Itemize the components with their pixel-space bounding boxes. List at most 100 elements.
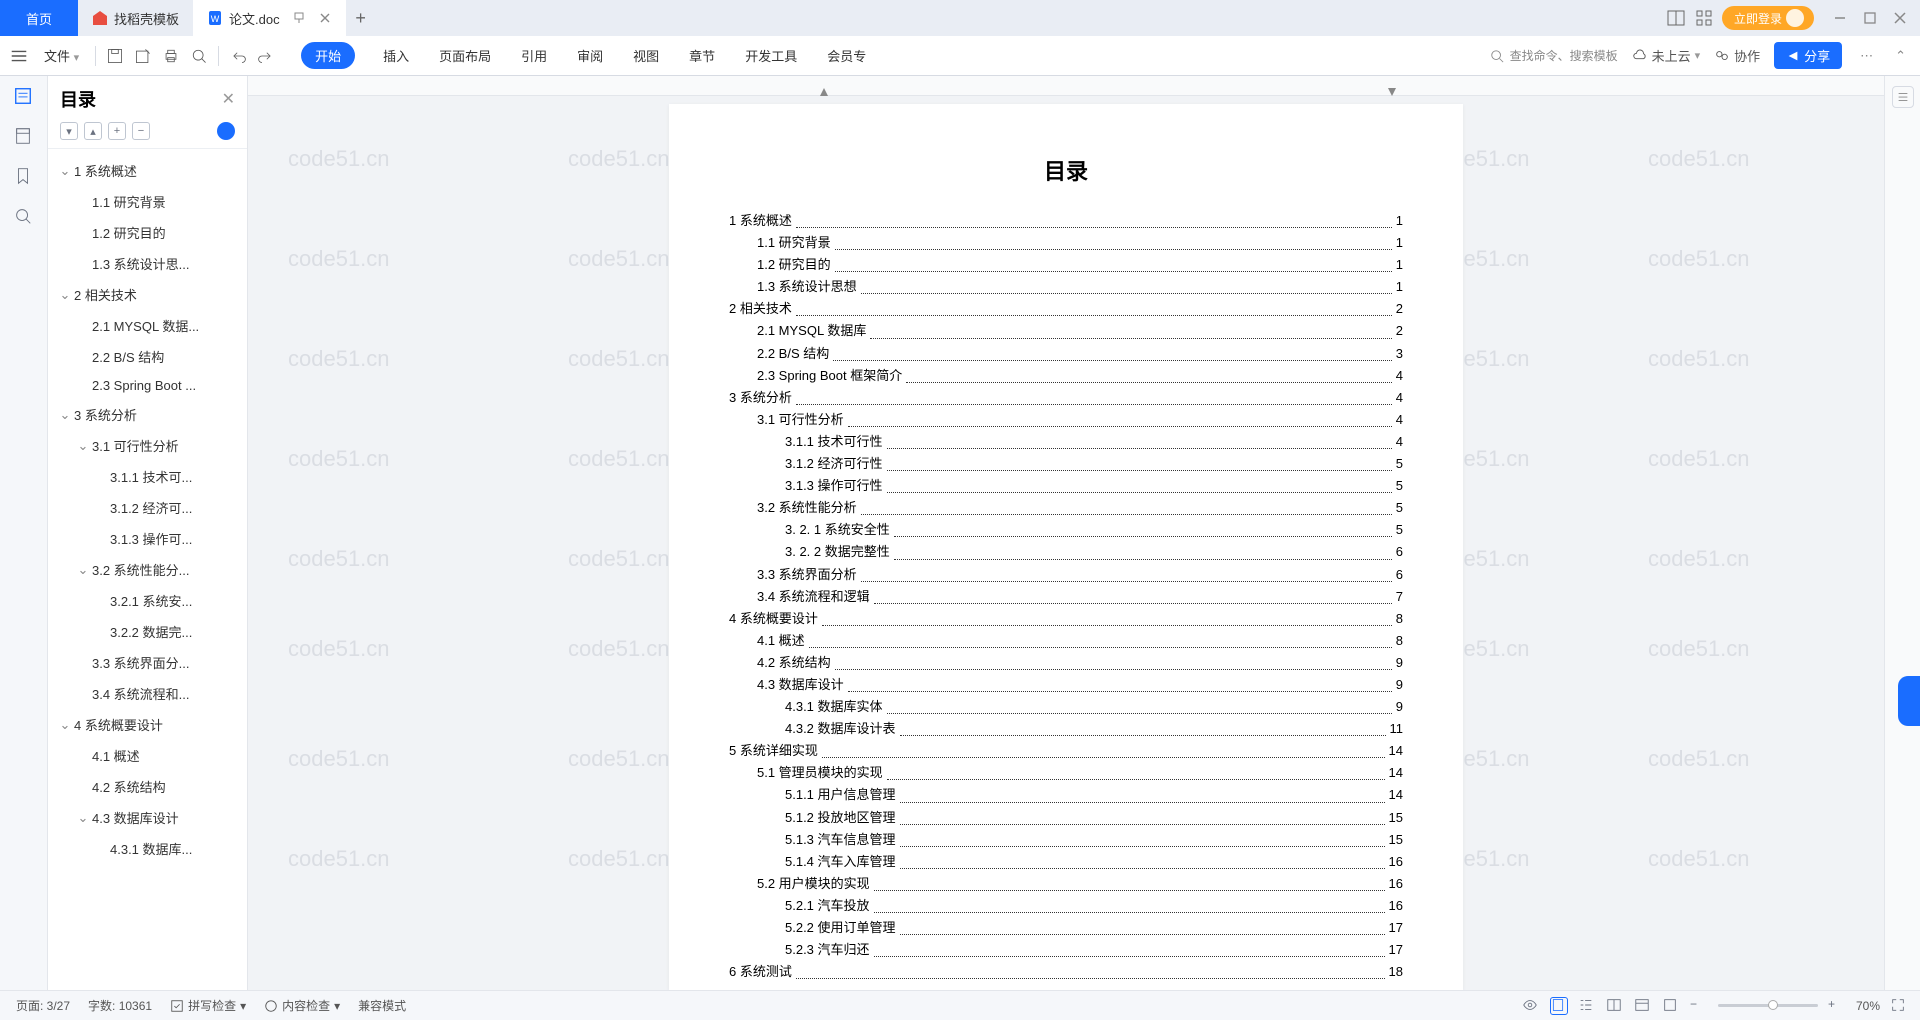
ribbon-tab-1[interactable]: 插入 [381,42,411,69]
feedback-tab[interactable] [1898,676,1920,726]
save-icon[interactable] [104,45,126,67]
print-preview-icon[interactable] [188,45,210,67]
undo-icon[interactable] [227,45,249,67]
tab-home[interactable]: 首页 [0,0,78,36]
zoom-fit-icon[interactable] [1662,997,1680,1015]
ribbon-tab-8[interactable]: 会员专 [825,42,868,69]
outline-item[interactable]: ⌄3.1 可行性分析 [48,430,247,461]
cloud-status[interactable]: 未上云 ▾ [1632,46,1700,65]
fullscreen-icon[interactable] [1890,997,1908,1015]
outline-item[interactable]: 3.2.1 系统安... [48,585,247,616]
window-close-button[interactable] [1888,6,1912,30]
page-view-icon[interactable] [1550,997,1568,1015]
outline-item[interactable]: 2.2 B/S 结构 [48,341,247,372]
ribbon-more-icon[interactable]: ⋯ [1856,48,1877,64]
tab-add-button[interactable]: + [346,8,376,29]
eye-icon[interactable] [1522,997,1540,1015]
right-panel-toggle-icon[interactable] [1892,86,1914,108]
outline-item[interactable]: 4.1 概述 [48,740,247,771]
outline-item[interactable]: 3.1.1 技术可... [48,461,247,492]
outline-item[interactable]: ⌄1 系统概述 [48,155,247,186]
ribbon-tab-5[interactable]: 视图 [631,42,661,69]
apps-icon[interactable] [1694,8,1714,28]
ribbon-tab-4[interactable]: 审阅 [575,42,605,69]
outline-item[interactable]: 3.2.2 数据完... [48,616,247,647]
content-check[interactable]: 内容检查 ▾ [264,997,340,1014]
file-menu[interactable]: 文件 ▾ [36,46,87,65]
login-button[interactable]: 立即登录 [1722,6,1814,30]
outline-item[interactable]: 1.2 研究目的 [48,217,247,248]
outline-rail-icon[interactable] [13,86,35,108]
web-view-icon[interactable] [1634,997,1652,1015]
promote-icon[interactable]: + [108,122,126,140]
demote-icon[interactable]: − [132,122,150,140]
toc-line: 3. 2. 1 系统安全性5 [729,519,1403,541]
ribbon-collapse-icon[interactable]: ⌃ [1891,48,1910,64]
minimize-button[interactable] [1828,6,1852,30]
status-bar: 页面: 3/27 字数: 10361 拼写检查 ▾ 内容检查 ▾ 兼容模式 − … [0,990,1920,1020]
outline-view-icon[interactable] [1578,997,1596,1015]
zoom-level[interactable]: 70% [1856,999,1880,1013]
tab-document[interactable]: W 论文.doc [193,0,346,36]
pin-icon[interactable] [292,11,306,25]
zoom-in-icon[interactable]: + [1828,997,1846,1015]
ribbon-tab-7[interactable]: 开发工具 [743,42,799,69]
outline-item[interactable]: ⌄3.2 系统性能分... [48,554,247,585]
ribbon-tab-0[interactable]: 开始 [301,42,355,69]
close-icon[interactable] [318,11,332,25]
sidebar-close-icon[interactable]: ✕ [222,89,235,109]
outline-item[interactable]: ⌄2 相关技术 [48,279,247,310]
outline-item[interactable]: 3.1.3 操作可... [48,523,247,554]
ribbon-tab-2[interactable]: 页面布局 [437,42,493,69]
outline-item-label: 1.2 研究目的 [92,223,166,242]
print-icon[interactable] [160,45,182,67]
document-canvas[interactable]: code51.cncode51.cncode51.cncode51.cncode… [248,76,1884,990]
toc-text: 1.1 研究背景 [757,232,831,254]
toc-text: 5.1.4 汽车入库管理 [785,851,896,873]
outline-item[interactable]: 4.2 系统结构 [48,771,247,802]
redo-icon[interactable] [255,45,277,67]
outline-item[interactable]: 3.1.2 经济可... [48,492,247,523]
share-button[interactable]: 分享 [1774,42,1842,69]
spell-check[interactable]: 拼写检查 ▾ [170,997,246,1014]
compat-mode[interactable]: 兼容模式 [358,997,406,1014]
horizontal-ruler[interactable] [248,76,1884,96]
word-count[interactable]: 字数: 10361 [88,997,152,1014]
search-rail-icon[interactable] [13,206,35,228]
outline-item[interactable]: 2.1 MYSQL 数据... [48,310,247,341]
outline-item[interactable]: 3.3 系统界面分... [48,647,247,678]
save-as-icon[interactable] [132,45,154,67]
toc-line: 5.2 用户模块的实现16 [729,873,1403,895]
layout-icon[interactable] [1666,8,1686,28]
ribbon-tab-3[interactable]: 引用 [519,42,549,69]
command-search[interactable]: 查找命令、搜索模板 [1490,47,1618,64]
menu-icon[interactable] [8,45,30,67]
document-page: 目录 1 系统概述11.1 研究背景11.2 研究目的11.3 系统设计思想12… [669,104,1463,990]
page-indicator[interactable]: 页面: 3/27 [16,997,70,1014]
ribbon-tab-6[interactable]: 章节 [687,42,717,69]
outline-item[interactable]: 1.3 系统设计思... [48,248,247,279]
zoom-out-icon[interactable]: − [1690,997,1708,1015]
outline-sidebar: 目录 ✕ ▾ ▴ + − ⌄1 系统概述1.1 研究背景1.2 研究目的1.3 … [48,76,248,990]
outline-item[interactable]: 2.3 Spring Boot ... [48,372,247,399]
bookmark-rail-icon[interactable] [13,166,35,188]
outline-item[interactable]: ⌄4 系统概要设计 [48,709,247,740]
expand-all-icon[interactable]: ▴ [84,122,102,140]
collapse-all-icon[interactable]: ▾ [60,122,78,140]
toc-leader [887,453,1392,471]
thumbnail-rail-icon[interactable] [13,126,35,148]
outline-item[interactable]: 4.3.1 数据库... [48,833,247,864]
maximize-button[interactable] [1858,6,1882,30]
outline-item[interactable]: 1.1 研究背景 [48,186,247,217]
collab-button[interactable]: 协作 [1714,46,1760,65]
reading-view-icon[interactable] [1606,997,1624,1015]
sidebar-settings-icon[interactable] [217,122,235,140]
zoom-slider[interactable] [1718,1004,1818,1007]
outline-item[interactable]: ⌄4.3 数据库设计 [48,802,247,833]
toc-leader [874,895,1385,913]
cloud-label: 未上云 [1652,46,1691,65]
zoom-thumb[interactable] [1768,1000,1778,1010]
outline-item[interactable]: ⌄3 系统分析 [48,399,247,430]
outline-item[interactable]: 3.4 系统流程和... [48,678,247,709]
tab-template[interactable]: 找稻壳模板 [78,0,193,36]
